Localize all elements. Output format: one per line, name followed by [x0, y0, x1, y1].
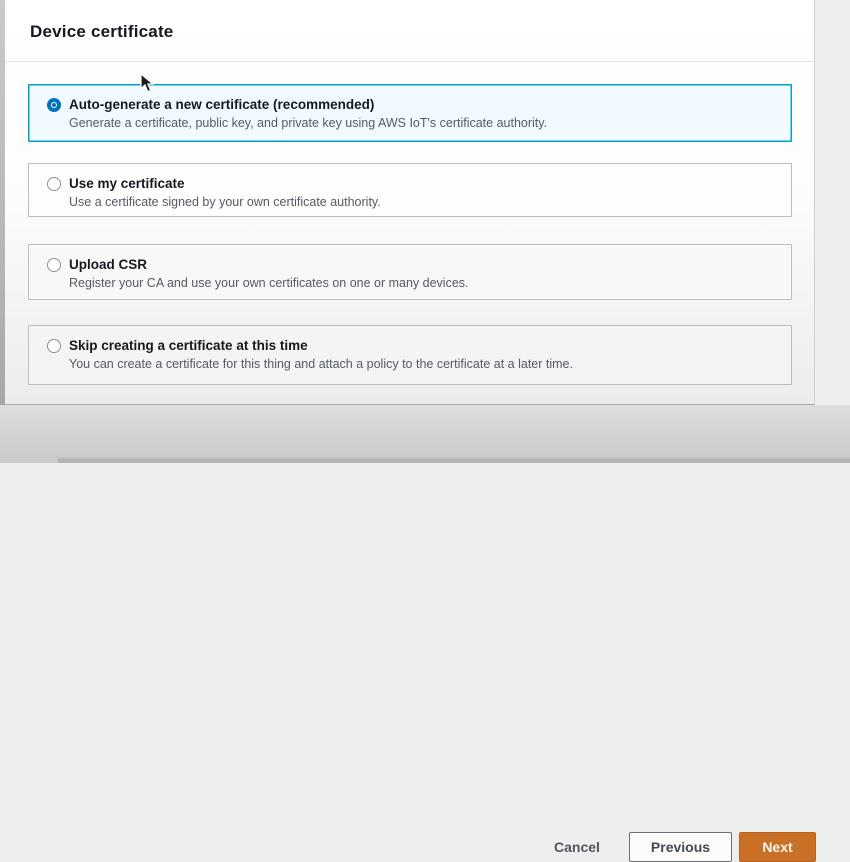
- option-text-block: Upload CSR Register your CA and use your…: [69, 255, 469, 292]
- wizard-footer: Cancel Previous Next: [0, 405, 850, 862]
- option-text-block: Auto-generate a new certificate (recomme…: [69, 95, 547, 132]
- device-certificate-panel: Device certificate Auto-generate a new c…: [5, 0, 815, 405]
- radio-unselected-icon[interactable]: [47, 339, 61, 353]
- next-button[interactable]: Next: [739, 832, 816, 862]
- option-description: Register your CA and use your own certif…: [69, 276, 469, 290]
- option-text-block: Use my certificate Use a certificate sig…: [69, 174, 381, 211]
- option-title: Skip creating a certificate at this time: [69, 338, 308, 353]
- option-description: You can create a certificate for this th…: [69, 357, 573, 371]
- option-description: Use a certificate signed by your own cer…: [69, 195, 381, 209]
- bottom-shadow: [58, 458, 850, 463]
- radio-unselected-icon[interactable]: [47, 258, 61, 272]
- option-card-auto-generate[interactable]: Auto-generate a new certificate (recomme…: [28, 84, 792, 142]
- page-title: Device certificate: [30, 22, 174, 41]
- option-card-skip-certificate[interactable]: Skip creating a certificate at this time…: [28, 325, 792, 385]
- cancel-button[interactable]: Cancel: [546, 832, 608, 862]
- option-title: Auto-generate a new certificate (recomme…: [69, 97, 375, 112]
- option-title: Use my certificate: [69, 176, 185, 191]
- previous-button[interactable]: Previous: [629, 832, 732, 862]
- screen: Device certificate Auto-generate a new c…: [0, 0, 850, 862]
- option-title: Upload CSR: [69, 257, 148, 272]
- option-card-use-my-certificate[interactable]: Use my certificate Use a certificate sig…: [28, 163, 792, 217]
- radio-unselected-icon[interactable]: [47, 177, 61, 191]
- panel-header: Device certificate: [5, 0, 814, 62]
- option-description: Generate a certificate, public key, and …: [69, 116, 548, 130]
- option-card-upload-csr[interactable]: Upload CSR Register your CA and use your…: [28, 244, 792, 300]
- option-text-block: Skip creating a certificate at this time…: [69, 336, 573, 373]
- radio-selected-icon[interactable]: [47, 98, 61, 112]
